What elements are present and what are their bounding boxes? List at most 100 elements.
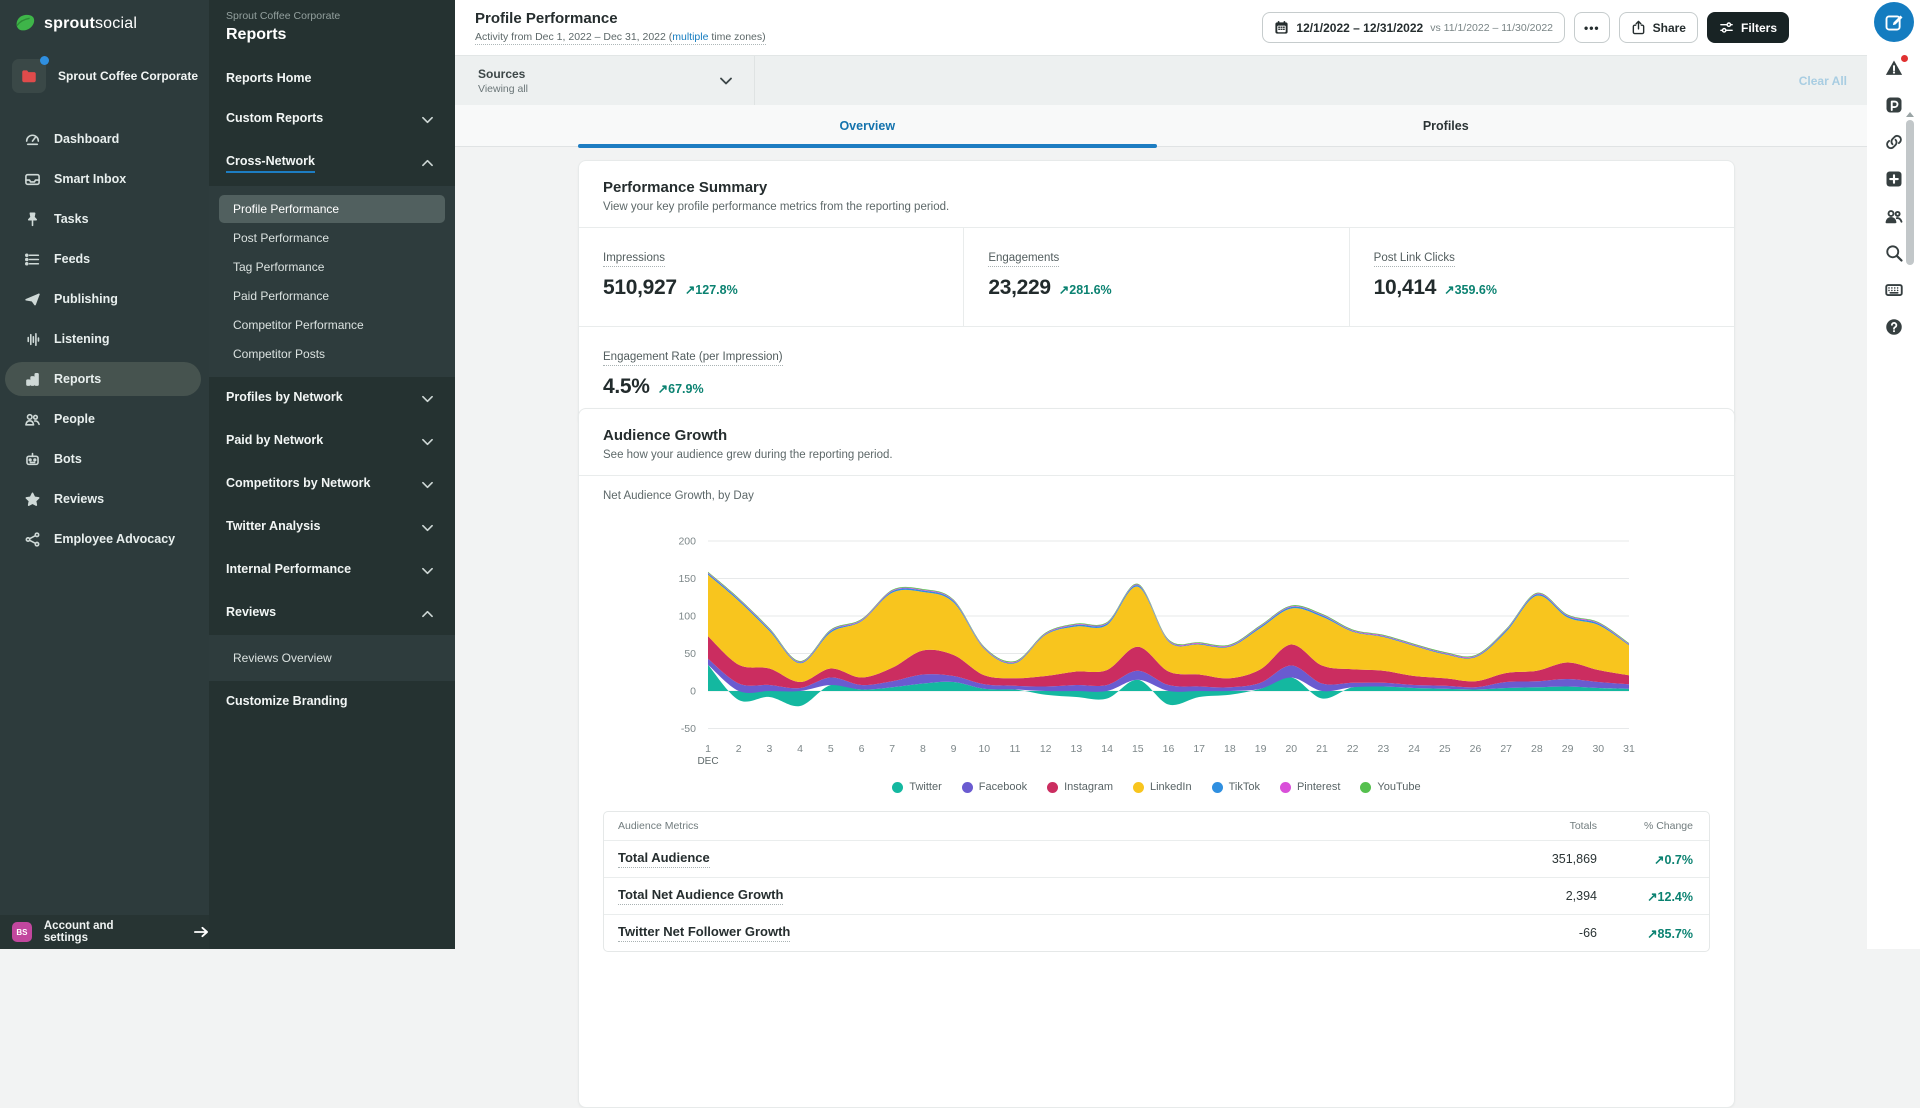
legend-item-facebook[interactable]: Facebook [962, 781, 1027, 793]
sprout-social-logo[interactable]: sproutsocial [0, 0, 209, 35]
sidebar-item-label: Listening [54, 332, 110, 346]
sprout-leaf-icon [14, 13, 36, 35]
clear-all-link[interactable]: Clear All [1799, 74, 1847, 88]
sidebar-item-employee-advocacy[interactable]: Employee Advocacy [0, 519, 209, 559]
report-link-tag-performance[interactable]: Tag Performance [219, 253, 445, 281]
reports-nav-paid-by-network[interactable]: Paid by Network [209, 420, 455, 463]
svg-text:26: 26 [1470, 743, 1482, 755]
performance-summary-subtitle: View your key profile performance metric… [603, 201, 1710, 213]
sidebar-item-tasks[interactable]: Tasks [0, 199, 209, 239]
sprout-p-button[interactable] [1883, 94, 1905, 116]
reports-nav: Reports HomeCustom ReportsCross-Network P… [209, 58, 455, 721]
share-button[interactable]: Share [1619, 12, 1698, 43]
sidebar-item-bots[interactable]: Bots [0, 439, 209, 479]
svg-text:5: 5 [828, 743, 834, 755]
link-button[interactable] [1883, 131, 1905, 153]
more-options-button[interactable]: ••• [1574, 12, 1610, 43]
svg-text:22: 22 [1347, 743, 1359, 755]
alert-button[interactable] [1883, 57, 1905, 79]
svg-text:16: 16 [1163, 743, 1175, 755]
report-link-profile-performance[interactable]: Profile Performance [219, 195, 445, 223]
audience-growth-subtitle: See how your audience grew during the re… [603, 449, 1710, 461]
svg-text:200: 200 [678, 536, 696, 548]
svg-text:8: 8 [920, 743, 926, 755]
filters-label: Filters [1741, 21, 1777, 35]
sidebar-item-label: Employee Advocacy [54, 532, 175, 546]
report-link-reviews-overview[interactable]: Reviews Overview [219, 644, 445, 672]
sidebar-item-publishing[interactable]: Publishing [0, 279, 209, 319]
workspace-selector[interactable]: Sprout Coffee Corporate [12, 59, 209, 93]
reports-nav-reviews[interactable]: Reviews [209, 592, 455, 635]
scrollbar-thumb[interactable] [1906, 120, 1914, 265]
legend-item-tiktok[interactable]: TikTok [1212, 781, 1260, 793]
legend-swatch [892, 782, 903, 793]
help-button[interactable] [1883, 316, 1905, 338]
vertical-scrollbar[interactable] [1904, 112, 1916, 949]
sources-dropdown[interactable]: Sources Viewing all [455, 56, 755, 105]
report-link-post-performance[interactable]: Post Performance [219, 224, 445, 252]
chevron-down-icon [422, 521, 433, 529]
tab-profiles[interactable]: Profiles [1157, 105, 1736, 147]
date-range-label: 12/1/2022 – 12/31/2022 [1296, 21, 1423, 35]
performance-summary-title: Performance Summary [603, 179, 1710, 196]
legend-item-youtube[interactable]: YouTube [1360, 781, 1420, 793]
scroll-up-arrow[interactable] [1906, 112, 1914, 117]
sidebar-item-people[interactable]: People [0, 399, 209, 439]
reports-icon [24, 371, 41, 388]
sidebar-item-feeds[interactable]: Feeds [0, 239, 209, 279]
reports-nav-internal-performance[interactable]: Internal Performance [209, 549, 455, 592]
reports-nav-custom-reports[interactable]: Custom Reports [209, 98, 455, 141]
reports-sidebar: Sprout Coffee Corporate Reports Reports … [209, 0, 455, 949]
report-link-paid-performance[interactable]: Paid Performance [219, 282, 445, 310]
reports-nav-profiles-by-network[interactable]: Profiles by Network [209, 377, 455, 420]
reports-nav-twitter-analysis[interactable]: Twitter Analysis [209, 506, 455, 549]
filters-button[interactable]: Filters [1707, 12, 1789, 43]
metric-post-link-clicks: Post Link Clicks10,414↗359.6% [1349, 228, 1734, 326]
sidebar-item-reports[interactable]: Reports [0, 359, 209, 399]
sidebar-item-reviews[interactable]: Reviews [0, 479, 209, 519]
legend-swatch [962, 782, 973, 793]
svg-text:23: 23 [1378, 743, 1390, 755]
sidebar-item-listening[interactable]: Listening [0, 319, 209, 359]
reports-nav-cross-network[interactable]: Cross-Network [209, 141, 455, 186]
svg-text:19: 19 [1255, 743, 1267, 755]
alert-icon [1884, 58, 1904, 78]
multiple-timezones-link[interactable]: multiple [672, 31, 708, 43]
legend-item-linkedin[interactable]: LinkedIn [1133, 781, 1192, 793]
plus-square-button[interactable] [1883, 168, 1905, 190]
legend-item-pinterest[interactable]: Pinterest [1280, 781, 1340, 793]
search-button[interactable] [1883, 242, 1905, 264]
date-range-button[interactable]: 12/1/2022 – 12/31/2022 vs 11/1/2022 – 11… [1262, 12, 1565, 43]
tab-overview[interactable]: Overview [578, 105, 1157, 147]
users-button[interactable] [1883, 205, 1905, 227]
search-icon [1884, 243, 1904, 263]
sidebar-item-smart-inbox[interactable]: Smart Inbox [0, 159, 209, 199]
reports-nav-competitors-by-network[interactable]: Competitors by Network [209, 463, 455, 506]
svg-text:-50: -50 [681, 723, 696, 735]
svg-text:2: 2 [736, 743, 742, 755]
logo-wordmark: sproutsocial [44, 15, 137, 33]
reports-nav-reports-home[interactable]: Reports Home [209, 58, 455, 98]
keyboard-icon [1884, 280, 1904, 300]
compare-range-label: vs 11/1/2022 – 11/30/2022 [1430, 22, 1553, 34]
account-settings[interactable]: BS Account and settings [0, 915, 209, 949]
report-link-competitor-performance[interactable]: Competitor Performance [219, 311, 445, 339]
compose-button[interactable] [1874, 2, 1914, 42]
keyboard-button[interactable] [1883, 279, 1905, 301]
change-badge: ↗127.8% [685, 282, 738, 297]
calendar-icon [1274, 20, 1289, 35]
chevron-up-icon [422, 607, 433, 615]
svg-text:11: 11 [1010, 743, 1021, 755]
legend-item-instagram[interactable]: Instagram [1047, 781, 1113, 793]
change-badge: ↗0.7% [1597, 852, 1709, 867]
sidebar-item-dashboard[interactable]: Dashboard [0, 119, 209, 159]
reports-nav-customize-branding[interactable]: Customize Branding [209, 681, 455, 721]
chart-legend: Twitter Facebook Instagram LinkedIn TikTok Pi… [579, 781, 1734, 793]
chevron-down-icon [422, 392, 433, 400]
legend-item-twitter[interactable]: Twitter [892, 781, 941, 793]
svg-text:7: 7 [889, 743, 895, 755]
svg-text:DEC: DEC [697, 756, 718, 767]
metric-impressions: Impressions510,927↗127.8% [579, 228, 963, 326]
chevron-down-icon [422, 564, 433, 572]
report-link-competitor-posts[interactable]: Competitor Posts [219, 340, 445, 368]
